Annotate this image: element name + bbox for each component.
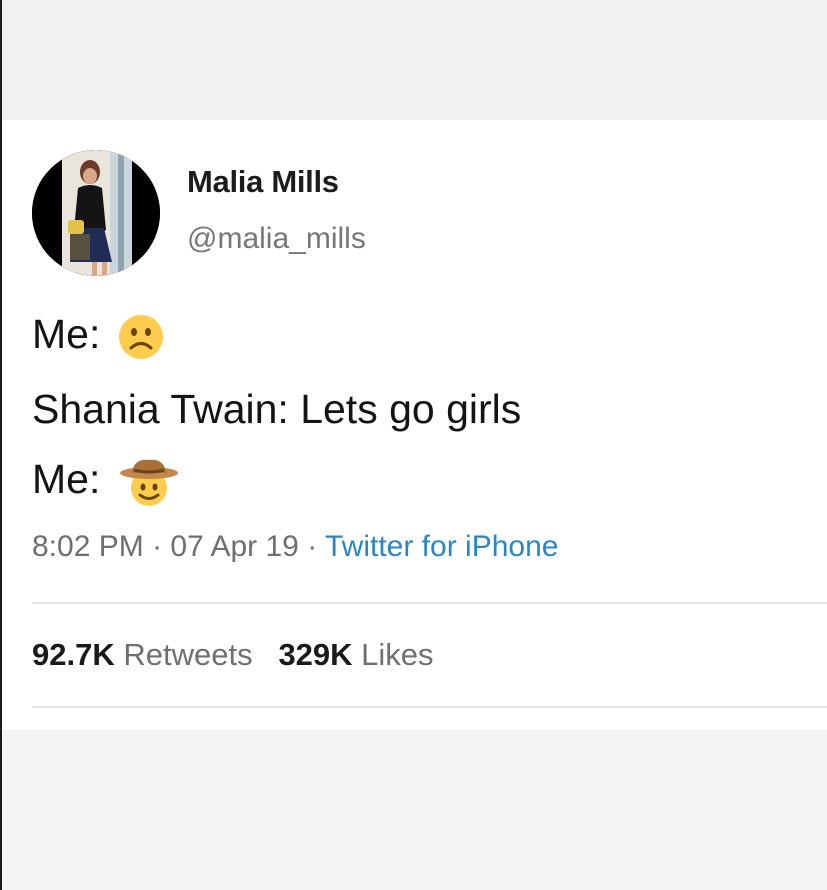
- engagement-stats: 92.7K Retweets 329K Likes: [32, 637, 434, 673]
- tweet-line-2: Shania Twain: Lets go girls: [32, 385, 521, 433]
- author-name[interactable]: Malia Mills: [187, 164, 339, 200]
- retweets-stat[interactable]: 92.7K Retweets: [32, 637, 253, 672]
- tweet-line-text: Me:: [32, 456, 101, 502]
- tweet-line-3: Me:: [32, 455, 180, 508]
- tweet-source-link[interactable]: Twitter for iPhone: [325, 530, 558, 563]
- separator: ·: [307, 530, 318, 563]
- separator: ·: [152, 530, 163, 563]
- retweets-count: 92.7K: [32, 637, 115, 672]
- likes-label: Likes: [361, 637, 434, 672]
- author-handle[interactable]: @malia_mills: [187, 222, 366, 256]
- tweet-card: Malia Mills @malia_mills Me: Shania Twai…: [2, 120, 827, 730]
- avatar[interactable]: [32, 150, 160, 276]
- tweet-line-text: Shania Twain: Lets go girls: [32, 386, 522, 432]
- retweets-label: Retweets: [123, 637, 253, 672]
- tweet-date[interactable]: 07 Apr 19: [170, 530, 298, 563]
- tweet-metadata: 8:02 PM · 07 Apr 19 · Twitter for iPhone: [32, 530, 558, 564]
- top-margin: [2, 0, 827, 120]
- divider: [32, 706, 827, 708]
- frowning-face-icon: [118, 315, 163, 360]
- profile-photo-icon: [32, 150, 160, 276]
- bottom-margin: [2, 730, 827, 890]
- tweet-line-text: Me:: [32, 311, 101, 357]
- tweet-line-1: Me:: [32, 310, 164, 360]
- cowboy-hat-face-icon: [119, 459, 178, 507]
- divider: [32, 602, 827, 604]
- likes-stat[interactable]: 329K Likes: [278, 637, 433, 672]
- tweet-time[interactable]: 8:02 PM: [32, 530, 144, 563]
- likes-count: 329K: [278, 637, 353, 672]
